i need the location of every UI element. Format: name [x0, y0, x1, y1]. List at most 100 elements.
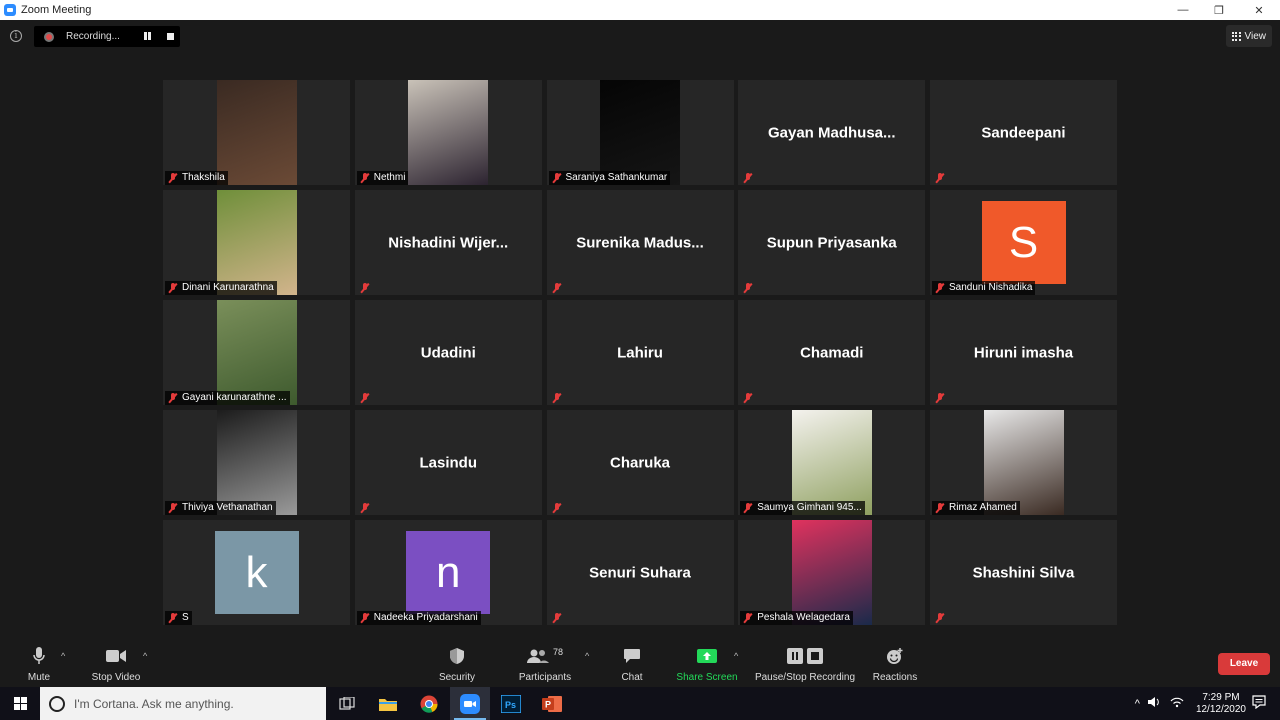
participant-tile[interactable]: Gayan Madhusa...: [738, 80, 926, 185]
participants-icon: 78: [526, 643, 563, 669]
file-explorer-icon[interactable]: [368, 687, 408, 720]
cortana-placeholder: I'm Cortana. Ask me anything.: [74, 696, 234, 711]
pause-stop-recording-button[interactable]: Pause/Stop Recording: [752, 637, 858, 687]
participant-name-label: [549, 281, 565, 295]
participant-name-label: [740, 281, 756, 295]
close-button[interactable]: ✕: [1239, 0, 1279, 20]
muted-mic-icon: [744, 613, 752, 623]
svg-text:P: P: [545, 699, 551, 709]
participant-name-label: Nadeeka Priyadarshani: [356, 611, 481, 625]
participant-display-name: Udadini: [420, 344, 476, 361]
participant-tile[interactable]: Peshala Welagedara: [738, 520, 926, 625]
participant-name-label: [549, 611, 565, 625]
video-options-caret-icon[interactable]: ^: [143, 651, 147, 661]
audio-options-caret-icon[interactable]: ^: [61, 651, 65, 661]
zoom-taskbar-icon[interactable]: [450, 687, 490, 720]
muted-mic-icon: [169, 173, 177, 183]
participant-tile[interactable]: Rimaz Ahamed: [930, 410, 1117, 515]
participant-tile[interactable]: Dinani Karunarathna: [163, 190, 350, 295]
chrome-icon[interactable]: [409, 687, 449, 720]
recording-dot-icon: [44, 31, 54, 42]
stop-recording-icon[interactable]: [167, 33, 174, 40]
participant-tile[interactable]: Lahiru: [546, 300, 734, 405]
pause-stop-recording-label: Pause/Stop Recording: [754, 672, 856, 683]
chat-label: Chat: [621, 672, 643, 683]
participant-display-name: Charuka: [609, 454, 671, 471]
wifi-icon[interactable]: [1170, 696, 1184, 711]
participants-button[interactable]: 78 Participants: [514, 637, 576, 687]
cortana-search-box[interactable]: I'm Cortana. Ask me anything.: [40, 687, 326, 720]
participant-video: [216, 300, 297, 405]
chat-bubble-icon: [623, 643, 641, 669]
minimize-button[interactable]: —: [1163, 0, 1203, 20]
participant-name-label: Rimaz Ahamed: [932, 501, 1020, 515]
view-button[interactable]: View: [1225, 25, 1272, 47]
participant-display-name: Chamadi: [800, 344, 864, 361]
participant-name-label: Thakshila: [165, 171, 228, 185]
participant-display-name: Senuri Suhara: [589, 564, 691, 581]
participant-tile[interactable]: Gayani karunarathne ...: [163, 300, 350, 405]
shield-icon: [449, 643, 465, 669]
muted-mic-icon: [936, 503, 944, 513]
participant-tile[interactable]: Saraniya Sathankumar: [546, 80, 734, 185]
mute-label: Mute: [27, 672, 51, 683]
tray-chevron-icon[interactable]: ^: [1135, 698, 1140, 710]
chat-button[interactable]: Chat: [616, 637, 648, 687]
participant-tile[interactable]: Shashini Silva: [930, 520, 1117, 625]
participant-name-label: Peshala Welagedara: [740, 611, 853, 625]
participant-tile[interactable]: Lasindu: [354, 410, 542, 515]
maximize-button[interactable]: ❐: [1199, 0, 1239, 20]
participant-tile[interactable]: Charuka: [546, 410, 734, 515]
view-label: View: [1244, 30, 1267, 42]
muted-mic-icon: [553, 173, 561, 183]
participant-name-text: Thakshila: [182, 172, 225, 183]
taskbar-clock[interactable]: 7:29 PM 12/12/2020: [1196, 692, 1246, 716]
participant-tile[interactable]: Hiruni imasha: [930, 300, 1117, 405]
participant-tile[interactable]: Chamadi: [738, 300, 926, 405]
participant-name-label: [740, 391, 756, 405]
participant-display-name: Lasindu: [419, 454, 477, 471]
security-button[interactable]: Security: [436, 637, 478, 687]
participant-name-label: [549, 391, 565, 405]
stop-video-button[interactable]: Stop Video: [88, 637, 144, 687]
participant-tile[interactable]: Senuri Suhara: [546, 520, 734, 625]
photoshop-icon[interactable]: Ps: [491, 687, 531, 720]
share-options-caret-icon[interactable]: ^: [734, 651, 738, 661]
participant-tile[interactable]: Saumya Gimhani 945...: [738, 410, 926, 515]
reactions-button[interactable]: Reactions: [872, 637, 918, 687]
share-screen-icon: [697, 643, 717, 669]
participant-name-label: [357, 391, 373, 405]
participant-tile[interactable]: Thiviya Vethanathan: [163, 410, 350, 515]
participant-tile[interactable]: n Nadeeka Priyadarshani: [354, 520, 542, 625]
powerpoint-icon[interactable]: P: [532, 687, 572, 720]
info-icon[interactable]: i: [10, 30, 22, 42]
mute-button[interactable]: Mute: [22, 637, 56, 687]
leave-button[interactable]: Leave: [1218, 653, 1270, 675]
participant-tile[interactable]: Nishadini Wijer...: [354, 190, 542, 295]
participant-avatar: S: [981, 201, 1066, 284]
muted-mic-icon: [553, 393, 561, 403]
participant-name-label: Gayani karunarathne ...: [165, 391, 290, 405]
participant-tile[interactable]: Udadini: [354, 300, 542, 405]
participant-name-label: Thiviya Vethanathan: [165, 501, 276, 515]
notifications-icon[interactable]: [1252, 695, 1266, 712]
participant-tile[interactable]: Supun Priyasanka: [738, 190, 926, 295]
participant-display-name: Lahiru: [617, 344, 663, 361]
participant-tile[interactable]: Nethmi: [354, 80, 542, 185]
participant-tile[interactable]: Surenika Madus...: [546, 190, 734, 295]
reactions-label: Reactions: [872, 672, 918, 683]
start-button[interactable]: [0, 687, 40, 720]
volume-icon[interactable]: [1147, 696, 1162, 711]
stop-video-label: Stop Video: [91, 672, 141, 683]
share-screen-button[interactable]: Share Screen: [674, 637, 740, 687]
participant-name-label: Saraniya Sathankumar: [548, 171, 671, 185]
task-view-icon[interactable]: [327, 687, 367, 720]
grid-view-icon: [1231, 31, 1241, 41]
participant-tile[interactable]: Sandeepani: [930, 80, 1117, 185]
participants-caret-icon[interactable]: ^: [585, 651, 589, 661]
participant-tile[interactable]: S Sanduni Nishadika: [930, 190, 1117, 295]
pause-recording-icon[interactable]: [143, 32, 152, 41]
participant-tile[interactable]: kS: [163, 520, 350, 625]
participant-name-label: Nethmi: [356, 171, 409, 185]
participant-tile[interactable]: Thakshila: [163, 80, 350, 185]
